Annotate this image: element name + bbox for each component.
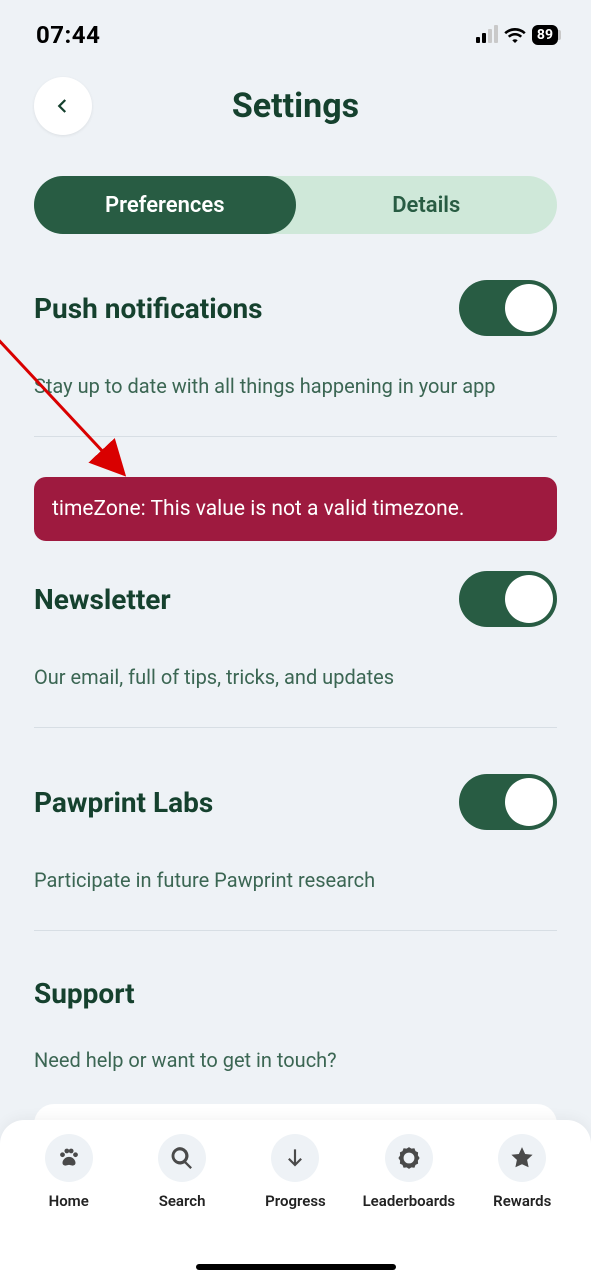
newsletter-toggle[interactable]	[459, 571, 557, 627]
nav-leaderboards-label: Leaderboards	[363, 1192, 456, 1210]
push-desc: Stay up to date with all things happenin…	[34, 374, 557, 398]
section-newsletter: Newsletter Our email, full of tips, tric…	[34, 541, 557, 728]
section-push: Push notifications Stay up to date with …	[34, 234, 557, 437]
battery-level: 89	[532, 25, 558, 45]
support-desc: Need help or want to get in touch?	[34, 1048, 557, 1072]
nav-rewards[interactable]: Rewards	[472, 1134, 572, 1280]
badge-icon	[396, 1145, 422, 1171]
nav-home-label: Home	[49, 1192, 89, 1210]
nav-rewards-label: Rewards	[493, 1192, 551, 1210]
arrow-down-icon	[282, 1145, 308, 1171]
paw-icon	[56, 1145, 82, 1171]
labs-title: Pawprint Labs	[34, 786, 213, 819]
status-indicators: 89	[476, 25, 561, 45]
chevron-left-icon	[54, 97, 72, 115]
back-button[interactable]	[34, 77, 92, 135]
header: Settings	[0, 56, 591, 146]
cellular-icon	[476, 27, 498, 43]
nav-search[interactable]: Search	[132, 1134, 232, 1280]
star-icon	[509, 1145, 535, 1171]
support-title: Support	[34, 977, 135, 1010]
nav-search-label: Search	[159, 1192, 206, 1210]
nav-home[interactable]: Home	[19, 1134, 119, 1280]
nav-leaderboards[interactable]: Leaderboards	[359, 1134, 459, 1280]
divider	[34, 436, 557, 437]
push-toggle[interactable]	[459, 280, 557, 336]
tab-details[interactable]: Details	[296, 176, 558, 234]
home-indicator	[196, 1264, 396, 1270]
labs-desc: Participate in future Pawprint research	[34, 868, 557, 892]
error-banner: timeZone: This value is not a valid time…	[34, 477, 557, 541]
section-labs: Pawprint Labs Participate in future Pawp…	[34, 728, 557, 931]
tabs-segmented: Preferences Details	[34, 176, 557, 234]
status-bar: 07:44 89	[0, 0, 591, 56]
labs-toggle[interactable]	[459, 774, 557, 830]
search-icon	[169, 1145, 195, 1171]
tab-preferences[interactable]: Preferences	[34, 176, 296, 234]
bottom-nav: Home Search Progress Leaderboards Reward…	[0, 1120, 591, 1280]
section-support: Support Need help or want to get in touc…	[34, 931, 557, 1072]
newsletter-desc: Our email, full of tips, tricks, and upd…	[34, 665, 557, 689]
status-time: 07:44	[36, 21, 100, 49]
page-title: Settings	[232, 86, 359, 126]
nav-progress[interactable]: Progress	[245, 1134, 345, 1280]
battery-icon: 89	[532, 25, 561, 45]
newsletter-title: Newsletter	[34, 583, 171, 616]
wifi-icon	[504, 27, 526, 43]
nav-progress-label: Progress	[265, 1192, 326, 1210]
push-title: Push notifications	[34, 292, 263, 325]
